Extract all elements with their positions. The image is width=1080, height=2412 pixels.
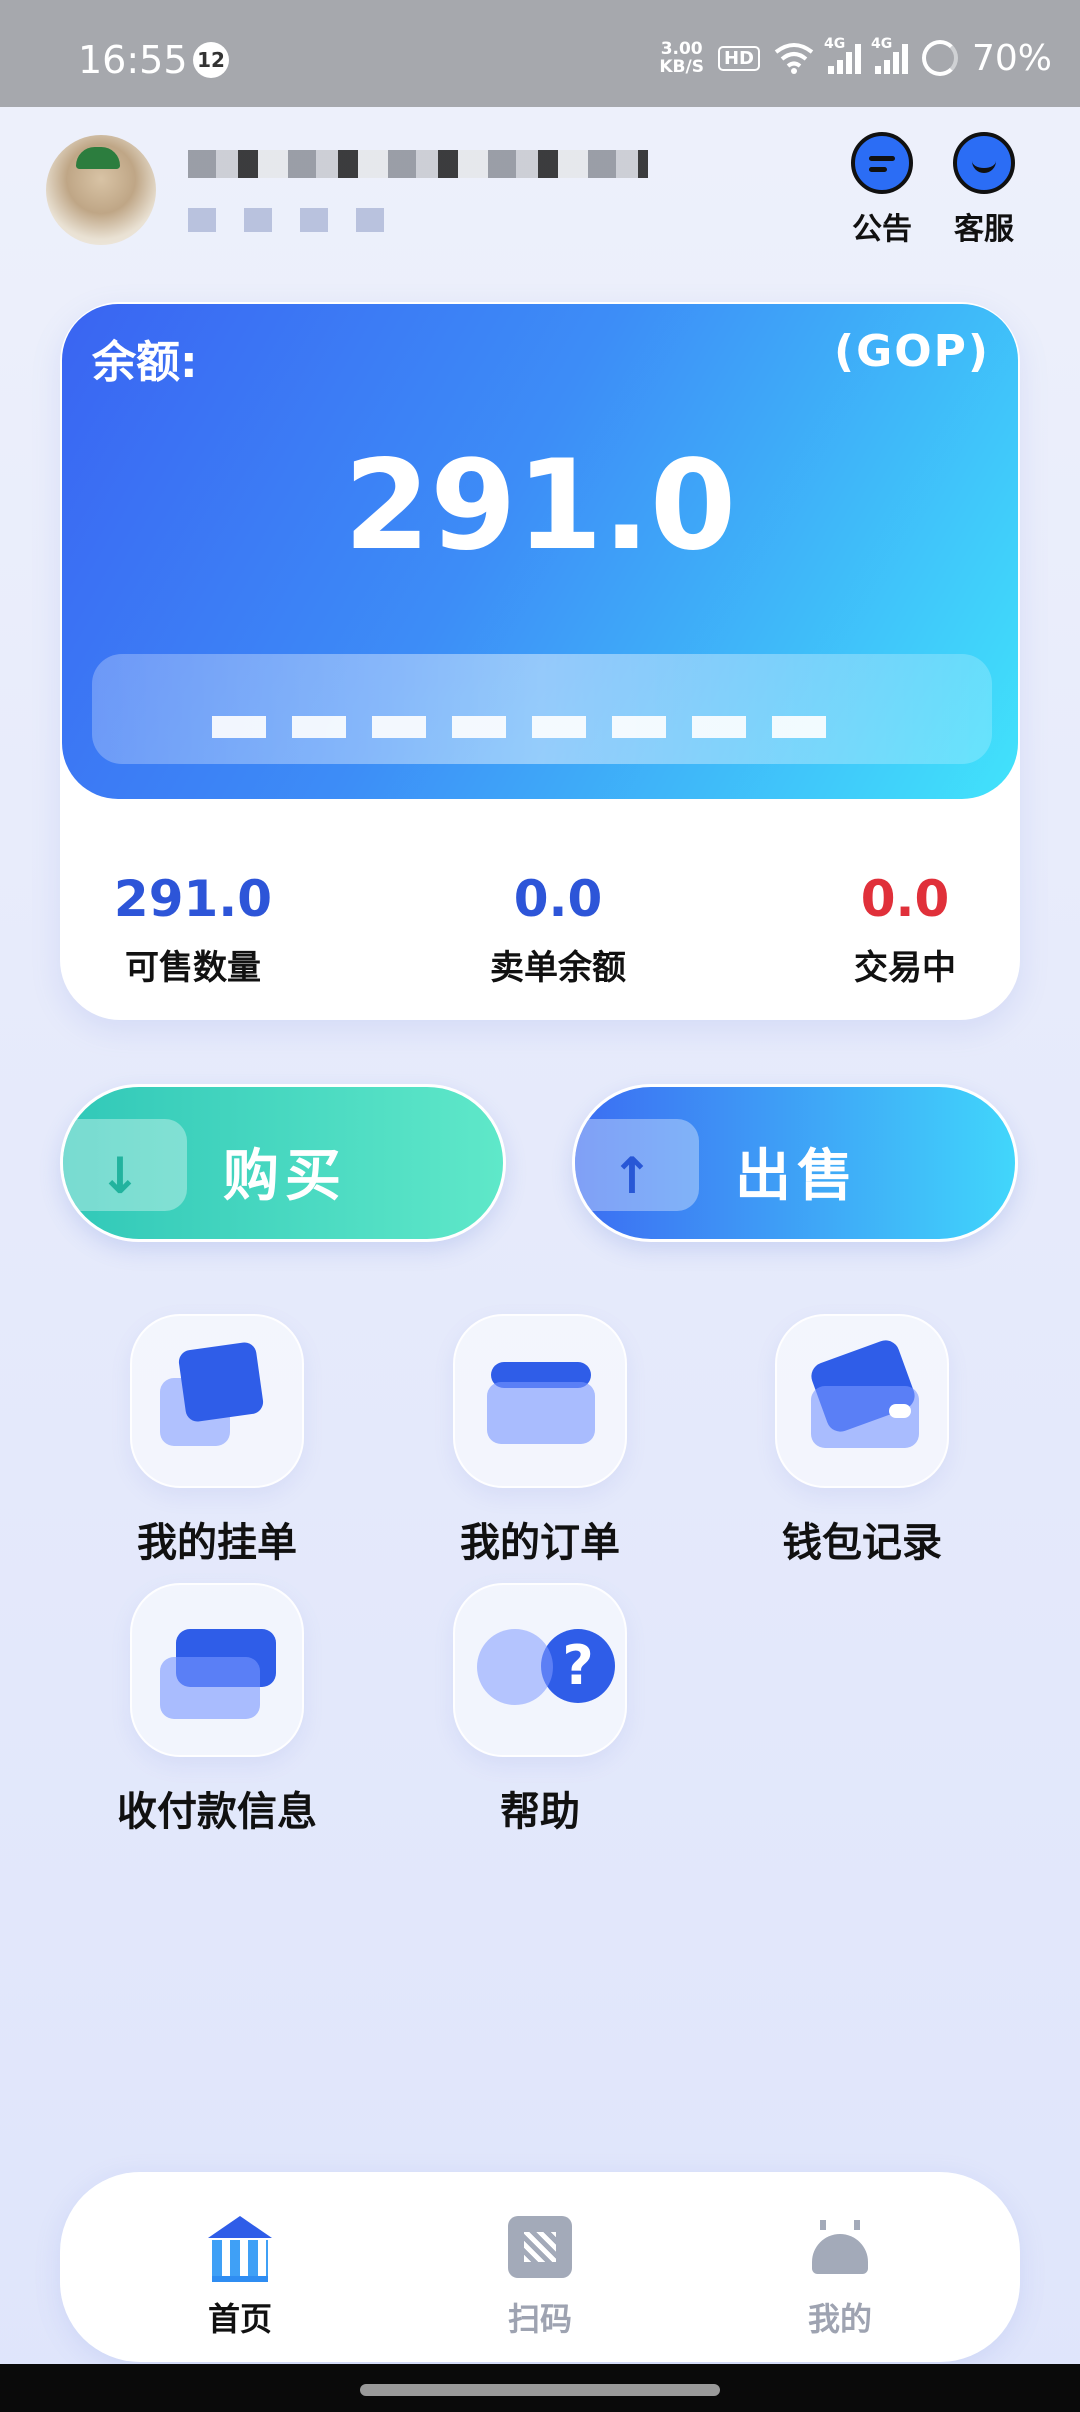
bottom-nav: 首页 扫码 我的 [60,2172,1020,2362]
status-indicators: 3.00 KB/S HD 4G 4G 70% [659,36,1052,80]
menu-label: 我的订单 [460,1520,620,1566]
menu-label: 收付款信息 [117,1789,317,1835]
stat-value: 0.0 [513,870,603,928]
home-gesture-bar[interactable] [360,2384,720,2396]
signal-icon: 4G [871,36,908,74]
menu-label: 我的挂单 [137,1520,297,1566]
user-id-redacted [188,208,408,232]
menu-label: 钱包记录 [782,1520,942,1566]
sell-label: 出售 [735,1144,859,1209]
menu-my-listings[interactable]: 我的挂单 [87,1314,347,1568]
arrow-down-icon: ↓ [99,1147,141,1205]
status-bar: 16:55 12 3.00 KB/S HD 4G 4G 70% [0,0,1080,107]
network-speed: 3.00 KB/S [659,39,704,77]
stat-sell-balance: 0.0 卖单余额 [428,870,688,989]
stat-label: 可售数量 [125,948,261,988]
help-icon: ? [453,1583,627,1757]
hd-icon: HD [717,45,760,71]
buy-label: 购买 [223,1144,347,1209]
balance-amount: 291.0 [343,434,737,578]
stat-value: 0.0 [860,870,950,928]
notice-button[interactable]: 公告 [842,132,922,248]
pending-orders-icon [130,1314,304,1488]
notice-label: 公告 [852,212,912,247]
balance-stats: 291.0 可售数量 0.0 卖单余额 0.0 交易中 [60,870,1020,1000]
arrow-up-icon: ↑ [611,1147,653,1205]
balance-card: 余额: (GOP) 291.0 [62,304,1018,799]
bank-icon [208,2216,272,2282]
menu-my-orders[interactable]: 我的订单 [410,1314,670,1568]
stat-available: 291.0 可售数量 [63,870,323,989]
notification-badge: 12 [193,42,229,78]
battery-icon [921,40,958,76]
customer-service-button[interactable]: 客服 [944,132,1024,248]
menu-payment-info[interactable]: 收付款信息 [87,1583,347,1837]
stat-in-trade: 0.0 交易中 [775,870,1035,989]
signal-icon: 4G [824,36,861,74]
stat-label: 卖单余额 [490,948,626,988]
wallet-icon [775,1314,949,1488]
system-nav-bar [0,2364,1080,2412]
chat-bubble-icon [851,132,913,194]
customer-service-icon [953,132,1015,194]
username-redacted [188,150,648,178]
currency-unit: (GOP) [834,326,990,377]
service-label: 客服 [954,212,1014,247]
status-time: 16:55 [78,38,188,82]
wifi-icon [774,43,814,74]
nav-label: 扫码 [507,2300,572,2338]
stat-value: 291.0 [113,870,273,928]
payment-card-icon [130,1583,304,1757]
nav-label: 首页 [207,2300,272,2338]
balance-title: 余额: [92,337,198,388]
nav-home[interactable]: 首页 [140,2216,340,2340]
menu-help[interactable]: ? 帮助 [410,1583,670,1837]
battery-level: 70% [971,37,1052,79]
menu-label: 帮助 [500,1789,580,1835]
nav-label: 我的 [807,2300,872,2338]
profile-icon [808,2216,872,2278]
nav-mine[interactable]: 我的 [740,2216,940,2340]
stat-label: 交易中 [854,948,956,988]
sell-button[interactable]: ↑ 出售 [572,1084,1018,1242]
menu-wallet-records[interactable]: 钱包记录 [732,1314,992,1568]
address-redacted [92,654,992,764]
buy-button[interactable]: ↓ 购买 [60,1084,506,1242]
qr-code-icon [508,2216,572,2278]
nav-scan[interactable]: 扫码 [440,2216,640,2340]
avatar[interactable] [46,135,156,245]
folder-orders-icon [453,1314,627,1488]
